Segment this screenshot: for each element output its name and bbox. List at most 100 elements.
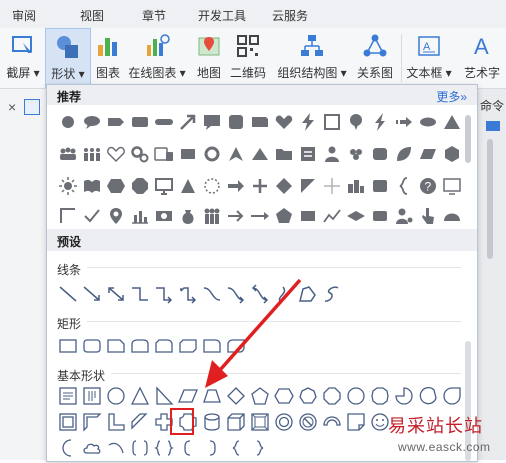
right-brace-shape[interactable] <box>249 437 271 459</box>
arc-shape[interactable] <box>105 437 127 459</box>
dome-shape[interactable] <box>441 205 463 227</box>
rounded-rectangle-shape[interactable] <box>81 335 103 357</box>
parallelogram-shape[interactable] <box>417 143 439 165</box>
bevel-shape[interactable] <box>249 411 271 433</box>
arrowhead-shape[interactable] <box>225 143 247 165</box>
plus-shape[interactable] <box>249 175 271 197</box>
rect-rounded-dark-shape[interactable] <box>369 205 391 227</box>
relation-button[interactable]: 关系图 <box>354 28 396 86</box>
wordart-button[interactable]: A 艺术字 <box>460 28 506 86</box>
pentagon-outline-shape[interactable] <box>249 385 271 407</box>
crosshair-shape[interactable] <box>321 175 343 197</box>
arrow-right-line-shape[interactable] <box>225 205 247 227</box>
flower-shape[interactable] <box>345 143 367 165</box>
round-top-rectangle-shape[interactable] <box>129 335 151 357</box>
people-row-shape[interactable] <box>81 143 103 165</box>
block-arc-shape[interactable] <box>321 411 343 433</box>
pill-shape[interactable] <box>153 111 175 133</box>
chord-shape[interactable] <box>417 385 439 407</box>
more-link[interactable]: 更多» <box>436 88 467 105</box>
cube-shape[interactable] <box>441 143 463 165</box>
striped-arrow-shape[interactable] <box>393 111 415 133</box>
rect-fill-shape[interactable] <box>177 143 199 165</box>
round-single-corner-shape[interactable] <box>201 335 223 357</box>
dodecagon-shape[interactable] <box>369 385 391 407</box>
double-bracket-shape[interactable] <box>129 437 151 459</box>
org-chart-button[interactable]: 组织结构图 ▾ <box>274 28 350 86</box>
curve-shape[interactable] <box>273 283 295 305</box>
elbow-connector-shape[interactable] <box>129 283 151 305</box>
vertical-text-box-shape[interactable] <box>81 385 103 407</box>
teardrop-pin-shape[interactable] <box>345 111 367 133</box>
wave-rect-shape[interactable] <box>369 175 391 197</box>
callout-shape[interactable] <box>201 111 223 133</box>
l-shape[interactable] <box>105 411 127 433</box>
freeform-shape[interactable] <box>297 283 319 305</box>
round-diagonal-rectangle-shape[interactable] <box>225 335 247 357</box>
qr-code-button[interactable]: 二维码 <box>228 28 268 86</box>
oval-shape[interactable] <box>105 385 127 407</box>
tab-cloud[interactable]: 云服务 <box>272 7 308 24</box>
brace-shape[interactable] <box>393 175 415 197</box>
corner-shape[interactable] <box>57 205 79 227</box>
devices-shape[interactable] <box>153 143 175 165</box>
frame-shape[interactable] <box>321 111 343 133</box>
rounded-tile-shape[interactable] <box>369 143 391 165</box>
tab-review[interactable]: 审阅 <box>12 7 36 24</box>
leaf-shape[interactable] <box>393 143 415 165</box>
hand-pointer-shape[interactable] <box>417 205 439 227</box>
curved-arrow-shape[interactable] <box>225 283 247 305</box>
tab-chapter[interactable]: 章节 <box>142 7 166 24</box>
shapes-button[interactable]: 形状 ▾ <box>45 28 91 88</box>
arrow-line-shape[interactable] <box>81 283 103 305</box>
screen-outline-shape[interactable] <box>441 175 463 197</box>
decagon-shape[interactable] <box>345 385 367 407</box>
right-scrollbar[interactable] <box>487 139 493 259</box>
lightning-shape[interactable] <box>297 111 319 133</box>
bar-chart-shape[interactable] <box>129 205 151 227</box>
elbow-double-arrow-shape[interactable] <box>177 283 199 305</box>
ellipse-shape[interactable] <box>417 111 439 133</box>
diamond-wide-shape[interactable] <box>345 205 367 227</box>
trapezoid-shape[interactable] <box>201 385 223 407</box>
diamond-shape[interactable] <box>273 175 295 197</box>
octagon-outline-shape[interactable] <box>321 385 343 407</box>
donut-outline-shape[interactable] <box>273 411 295 433</box>
screenshot-button[interactable]: 截屏 ▾ <box>2 28 44 86</box>
curved-double-arrow-shape[interactable] <box>249 283 271 305</box>
diagonal-arrow-shape[interactable] <box>177 111 199 133</box>
isosceles-triangle-shape[interactable] <box>129 385 151 407</box>
triangle-shape[interactable] <box>441 111 463 133</box>
speech-bubble-shape[interactable] <box>81 111 103 133</box>
money-bag-shape[interactable] <box>177 205 199 227</box>
recommend-scrollbar[interactable] <box>465 115 471 163</box>
question-circle-shape[interactable]: ? <box>417 175 439 197</box>
cloud-shape[interactable] <box>81 437 103 459</box>
octagon-shape[interactable] <box>129 175 151 197</box>
location-pin-shape[interactable] <box>105 205 127 227</box>
triangle-up-shape[interactable] <box>177 175 199 197</box>
no-symbol-shape[interactable] <box>297 411 319 433</box>
chart-button[interactable]: 图表 <box>92 28 124 86</box>
user-settings-shape[interactable] <box>393 205 415 227</box>
book-shape[interactable] <box>81 175 103 197</box>
donut-shape[interactable] <box>201 143 223 165</box>
folder-shape[interactable] <box>273 143 295 165</box>
map-button[interactable]: 地图 <box>192 28 226 86</box>
person-shape[interactable] <box>321 143 343 165</box>
pentagon-arrow-shape[interactable] <box>105 111 127 133</box>
text-box-shape[interactable] <box>57 385 79 407</box>
rectangle-shape[interactable] <box>57 335 79 357</box>
folded-corner-shape[interactable] <box>345 411 367 433</box>
right-arrow-shape[interactable] <box>225 175 247 197</box>
parallelogram-outline-shape[interactable] <box>177 385 199 407</box>
snip-round-rectangle-shape[interactable] <box>153 335 175 357</box>
pane-icon[interactable] <box>486 121 500 131</box>
pie-shape[interactable] <box>393 385 415 407</box>
people-group-shape[interactable] <box>57 143 79 165</box>
hexagon-outline-shape[interactable] <box>273 385 295 407</box>
dashed-circle-shape[interactable] <box>201 175 223 197</box>
gears-shape[interactable] <box>129 143 151 165</box>
cube-outline-shape[interactable] <box>225 411 247 433</box>
document-tab-icon[interactable] <box>24 99 40 115</box>
